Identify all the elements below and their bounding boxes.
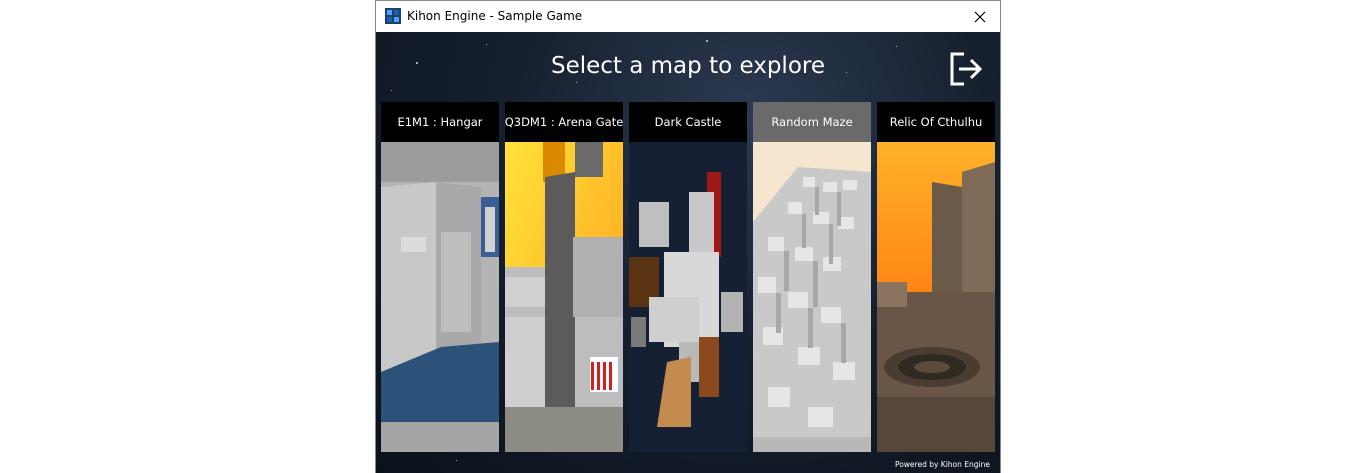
star bbox=[456, 460, 457, 461]
map-card-label: Q3DM1 : Arena Gate bbox=[505, 102, 623, 142]
window-title: Kihon Engine - Sample Game bbox=[407, 9, 583, 23]
star bbox=[896, 46, 897, 47]
map-card-dark-castle[interactable]: Dark Castle bbox=[629, 102, 747, 452]
map-card-label: Random Maze bbox=[753, 102, 871, 142]
map-thumbnail-relic-of-cthulhu bbox=[877, 142, 995, 452]
map-card-label: Dark Castle bbox=[629, 102, 747, 142]
star bbox=[706, 40, 708, 42]
star bbox=[486, 44, 487, 45]
app-window: Kihon Engine - Sample Game Select a map … bbox=[375, 0, 1001, 473]
map-card-q3dm1-arena-gate[interactable]: Q3DM1 : Arena Gate bbox=[505, 102, 623, 452]
star bbox=[576, 82, 577, 83]
map-thumbnail-dark-castle bbox=[629, 142, 747, 452]
map-thumbnail-hangar bbox=[381, 142, 499, 452]
page-title: Select a map to explore bbox=[550, 53, 825, 79]
exit-button[interactable] bbox=[946, 48, 986, 88]
map-card-label: Relic Of Cthulhu bbox=[877, 102, 995, 142]
powered-by-label: Powered by Kihon Engine bbox=[894, 460, 990, 469]
title-bar[interactable]: Kihon Engine - Sample Game bbox=[376, 1, 1000, 33]
map-card-random-maze[interactable]: Random Maze bbox=[753, 102, 871, 452]
close-icon bbox=[974, 11, 986, 22]
map-card-label: E1M1 : Hangar bbox=[381, 102, 499, 142]
map-select-screen: Select a map to explore E1M1 : Hangar Q3… bbox=[376, 32, 1000, 473]
map-thumbnail-random-maze bbox=[753, 142, 871, 452]
map-thumbnail-arena-gate bbox=[505, 142, 623, 452]
map-card-e1m1-hangar[interactable]: E1M1 : Hangar bbox=[381, 102, 499, 452]
star bbox=[391, 90, 392, 91]
app-icon bbox=[385, 8, 401, 24]
map-card-relic-of-cthulhu[interactable]: Relic Of Cthulhu bbox=[877, 102, 995, 452]
close-button[interactable] bbox=[960, 1, 1000, 32]
exit-icon bbox=[950, 52, 983, 86]
